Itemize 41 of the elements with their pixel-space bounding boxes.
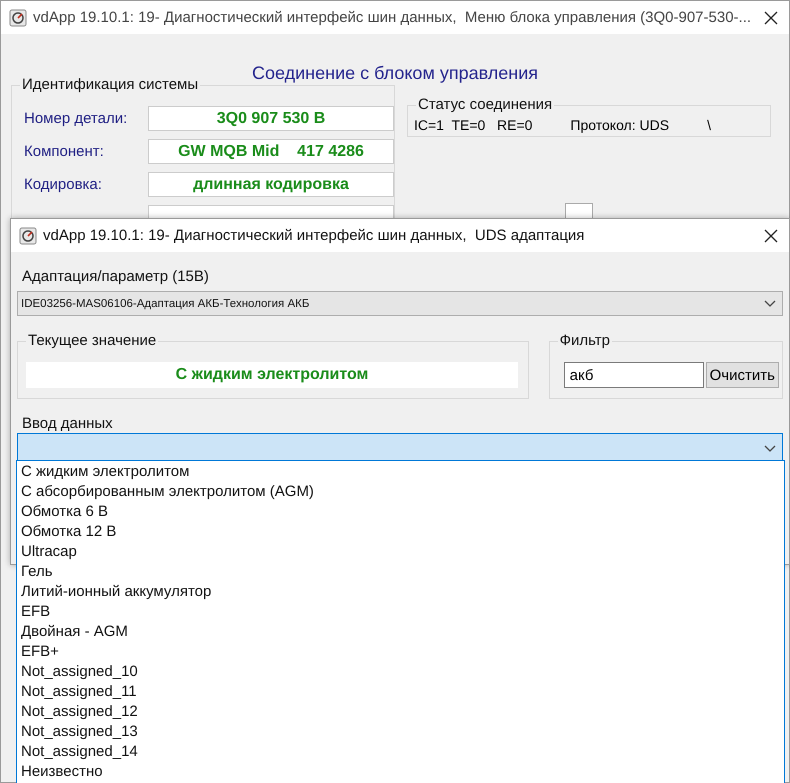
group-label: Текущее значение [26,332,158,349]
list-option[interactable]: С жидким электролитом [17,462,784,482]
list-option[interactable]: Обмотка 12 В [17,522,784,542]
list-option[interactable]: Not_assigned_13 [17,722,784,742]
chevron-icon [764,300,776,308]
list-option[interactable]: С абсорбированным электролитом (AGM) [17,482,784,502]
field-label: Кодировка: [24,176,103,193]
list-option[interactable]: Обмотка 6 В [17,502,784,522]
list-option[interactable]: Not_assigned_11 [17,682,784,702]
list-option[interactable]: Гель [17,562,784,582]
field-label: Номер детали: [24,110,128,127]
section-label: Ввод данных [22,415,114,434]
protocol-text: Протокол: UDS [570,117,670,133]
group-label: Статус соединения [416,96,554,113]
app-icon [19,226,37,244]
value-field: С жидким электролитом [26,362,518,388]
list-option[interactable]: Not_assigned_12 [17,702,784,722]
window-title: vdApp 19.10.1: 19- Диагностический интерфейс шин данных, Меню блока управления (3Q0-907-530-... [33,9,752,26]
filter-field[interactable]: акб [564,362,704,388]
list-option[interactable]: Ultracap [17,542,784,562]
app-icon [9,8,27,26]
list-option[interactable]: Not_assigned_10 [17,662,784,682]
field-label: Компонент: [24,143,105,160]
parameter-dropdown[interactable]: IDE03256-MAS06106-Адаптация АКБ-Технология АКБ [17,291,783,316]
section-label: Адаптация/параметр (15B) [22,268,210,287]
list-option[interactable]: Неизвестно [17,762,784,782]
list-option[interactable]: EFB+ [17,642,784,662]
window-title: vdApp 19.10.1: 19- Диагностический интерфейс шин данных, UDS адаптация [43,227,586,244]
group-label: Идентификация системы [20,76,200,93]
status-text: IC=1 TE=0 RE=0 [414,117,532,133]
list-option[interactable]: Not_assigned_14 [17,742,784,762]
value-field: длинная кодировка [148,172,394,197]
list-option[interactable]: EFB [17,602,784,622]
value-field: GW MQB Mid 417 4286 [148,139,394,164]
list-option[interactable]: Двойная - AGM [17,622,784,642]
value-field: 3Q0 907 530 B [148,106,394,131]
activity-indicator: \ [707,117,711,133]
list-option[interactable]: Литий-ионный аккумулятор [17,582,784,602]
chevron-icon [764,444,776,452]
clear-button[interactable]: Очистить [706,362,779,388]
group-label: Фильтр [558,332,612,349]
